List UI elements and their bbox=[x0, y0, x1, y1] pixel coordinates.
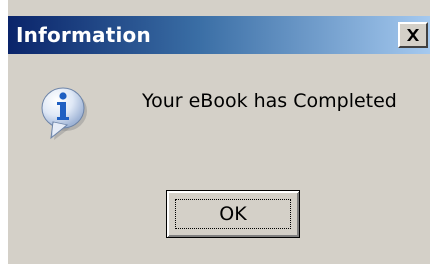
title-bar[interactable]: Information bbox=[8, 16, 430, 54]
info-icon bbox=[40, 84, 88, 142]
ok-button[interactable]: OK bbox=[166, 190, 300, 238]
close-button[interactable] bbox=[398, 22, 428, 48]
information-dialog: Information Your eBook has Completed OK bbox=[6, 0, 430, 264]
message-text: Your eBook has Completed bbox=[142, 90, 397, 112]
ok-label: OK bbox=[219, 203, 247, 225]
close-icon bbox=[406, 29, 420, 41]
dialog-title: Information bbox=[16, 23, 151, 47]
